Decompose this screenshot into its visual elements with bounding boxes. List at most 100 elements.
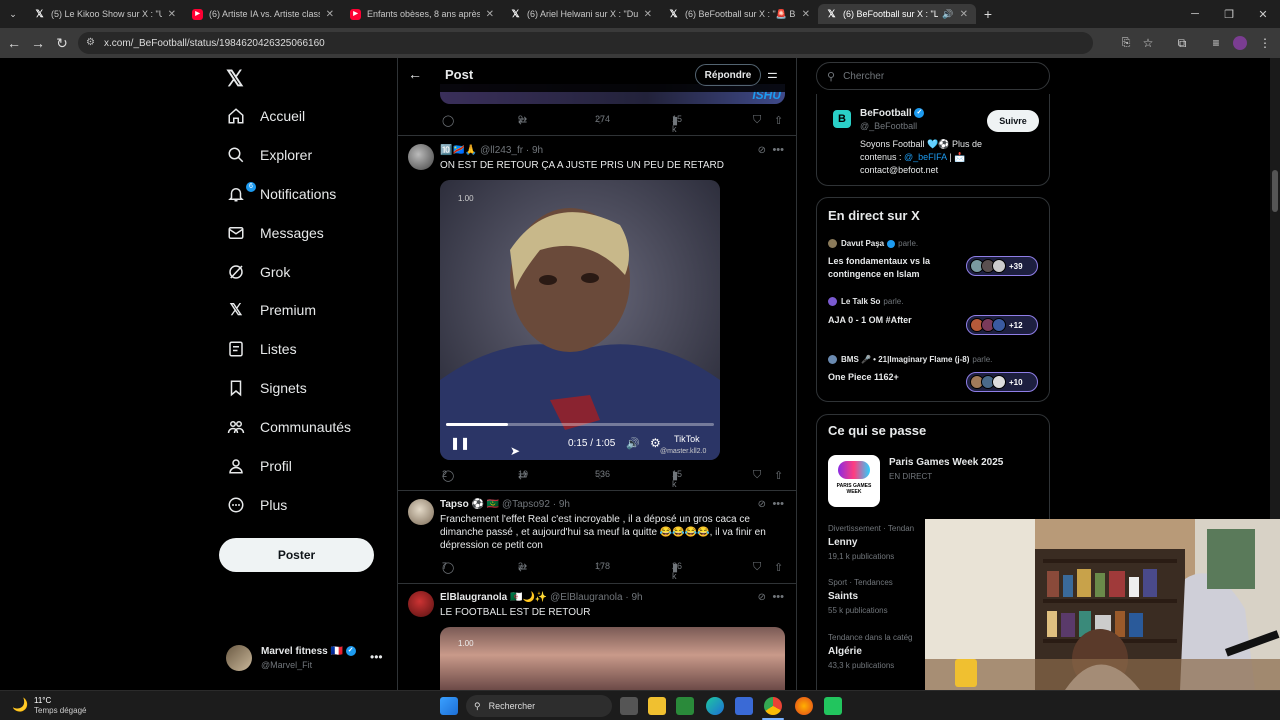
- more-dots-icon[interactable]: •••: [772, 498, 784, 510]
- share-icon: ⇧: [774, 562, 784, 574]
- x-logo-icon[interactable]: 𝕏: [226, 66, 244, 92]
- browser-tab[interactable]: 𝕏 (5) Le Kikoo Show sur X : "Une ✕: [26, 4, 184, 24]
- reply-button[interactable]: Répondre: [695, 64, 761, 86]
- profile-icon[interactable]: [1231, 34, 1249, 52]
- pause-icon[interactable]: ❚❚: [450, 436, 470, 450]
- event-name[interactable]: Paris Games Week 2025: [889, 457, 1003, 468]
- chrome-icon[interactable]: [764, 697, 782, 715]
- minimize-icon[interactable]: ─: [1178, 0, 1212, 28]
- nav-item-home[interactable]: Accueil: [226, 101, 305, 131]
- close-tab-icon[interactable]: ✕: [960, 9, 968, 20]
- browser-tab[interactable]: ▶ (6) Artiste IA vs. Artiste classiqu ✕: [184, 4, 342, 24]
- new-tab-icon[interactable]: +: [979, 5, 997, 23]
- firefox-icon[interactable]: [795, 697, 813, 715]
- extensions-icon[interactable]: ⧉: [1173, 34, 1191, 52]
- nvidia-icon[interactable]: [676, 697, 694, 715]
- video-player[interactable]: 1.00: [440, 627, 785, 690]
- nav-item-more[interactable]: Plus: [226, 490, 287, 520]
- file-explorer-icon[interactable]: [648, 697, 666, 715]
- grok-icon[interactable]: ⊘: [758, 499, 766, 510]
- avatar[interactable]: [408, 499, 434, 525]
- space-listeners-pill[interactable]: +10: [966, 372, 1038, 392]
- media-controls-icon[interactable]: ≡: [1207, 34, 1225, 52]
- video-progress-bar[interactable]: [446, 423, 714, 426]
- follow-button[interactable]: Suivre: [987, 110, 1039, 132]
- edge-icon[interactable]: [706, 697, 724, 715]
- taskbar-search[interactable]: ⚲ Rechercher: [466, 695, 612, 717]
- tab-list-icon[interactable]: ⌄: [4, 5, 22, 23]
- post-button[interactable]: Poster: [219, 538, 374, 572]
- verified-icon: [887, 239, 896, 248]
- nav-item-grok[interactable]: Grok: [226, 257, 290, 287]
- back-icon[interactable]: ←: [5, 34, 23, 52]
- avatar[interactable]: [408, 144, 434, 170]
- close-tab-icon[interactable]: ✕: [486, 9, 494, 20]
- weather-icon[interactable]: 🌙: [12, 697, 28, 713]
- search-icon: ⚲: [827, 70, 836, 83]
- trend-name[interactable]: Algérie: [828, 646, 862, 657]
- task-view-icon[interactable]: [620, 697, 638, 715]
- avatar[interactable]: [408, 591, 434, 617]
- more-dots-icon[interactable]: •••: [772, 144, 784, 156]
- bookmark-star-icon[interactable]: ☆: [1139, 34, 1157, 52]
- browser-tab[interactable]: ▶ Enfants obèses, 8 ans après - Y ✕: [342, 4, 502, 24]
- browser-tab-active[interactable]: 𝕏 (6) BeFootball sur X : "Lami 🔊 ✕: [818, 4, 976, 24]
- nav-item-notifications[interactable]: 6 Notifications: [226, 179, 336, 209]
- video-frame: [440, 180, 720, 460]
- bio-link[interactable]: @_beFIFA: [904, 152, 947, 162]
- grok-icon[interactable]: ⊘: [758, 145, 766, 156]
- more-dots-icon[interactable]: •••: [370, 650, 383, 664]
- close-window-icon[interactable]: ✕: [1246, 0, 1280, 28]
- site-settings-icon[interactable]: ⚙: [86, 37, 95, 48]
- more-dots-icon[interactable]: •••: [772, 591, 784, 603]
- browser-menu-icon[interactable]: ⋮: [1256, 34, 1274, 52]
- page-title: Post: [445, 67, 474, 82]
- search-input[interactable]: ⚲ Chercher: [816, 62, 1050, 90]
- nav-item-bookmarks[interactable]: Signets: [226, 373, 307, 403]
- close-tab-icon[interactable]: ✕: [802, 9, 810, 20]
- profile-name[interactable]: BeFootball: [860, 108, 912, 119]
- store-icon[interactable]: [735, 697, 753, 715]
- space-listeners-pill[interactable]: +39: [966, 256, 1038, 276]
- forward-icon[interactable]: →: [29, 34, 47, 52]
- space-title[interactable]: One Piece 1162+: [828, 371, 968, 384]
- install-app-icon[interactable]: ⎘: [1117, 34, 1135, 52]
- nav-item-lists[interactable]: Listes: [226, 334, 297, 364]
- back-arrow-icon[interactable]: ←: [408, 66, 422, 82]
- browser-tab[interactable]: 𝕏 (6) Ariel Helwani sur X : "Dumbe ✕: [502, 4, 660, 24]
- space-title[interactable]: Les fondamentaux vs la contingence en Is…: [828, 255, 968, 281]
- windows-start-icon[interactable]: [440, 697, 458, 715]
- nav-item-premium[interactable]: 𝕏 Premium: [226, 295, 316, 325]
- reload-icon[interactable]: ↻: [53, 34, 71, 52]
- nav-item-explore[interactable]: Explorer: [226, 140, 312, 170]
- trend-count: 19,1 k publications: [828, 552, 895, 561]
- close-tab-icon[interactable]: ✕: [168, 9, 176, 20]
- space-title[interactable]: AJA 0 - 1 OM #After: [828, 314, 968, 327]
- avatar: [226, 645, 252, 671]
- speaker-icon[interactable]: 🔊: [942, 9, 953, 20]
- nav-item-profile[interactable]: Profil: [226, 451, 292, 481]
- tune-icon[interactable]: ⚌: [767, 67, 778, 81]
- trend-name[interactable]: Saints: [828, 591, 858, 602]
- close-tab-icon[interactable]: ✕: [644, 9, 652, 20]
- nav-item-messages[interactable]: Messages: [226, 218, 324, 248]
- tweet-header: Tapso ⚽ 🇲🇷 @Tapso92 · 9h: [440, 499, 570, 510]
- close-tab-icon[interactable]: ✕: [326, 9, 334, 20]
- volume-icon[interactable]: 🔊: [626, 437, 640, 450]
- grok-icon[interactable]: ⊘: [758, 592, 766, 603]
- space-listeners-pill[interactable]: +12: [966, 315, 1038, 335]
- video-player[interactable]: 1.00 ❚❚ 0:15 / 1:05 🔊 ⚙ TikTok @master.k…: [440, 180, 720, 460]
- maximize-icon[interactable]: ❐: [1212, 0, 1246, 28]
- url-field[interactable]: ⚙ x.com/_BeFootball/status/1984620426325…: [78, 32, 1093, 54]
- befootball-logo[interactable]: B: [833, 110, 851, 128]
- app-icon[interactable]: [824, 697, 842, 715]
- trend-name[interactable]: Lenny: [828, 537, 857, 548]
- nav-item-communities[interactable]: Communautés: [226, 412, 351, 442]
- browser-tab[interactable]: 𝕏 (6) BeFootball sur X : "🚨 BENJ ✕: [660, 4, 818, 24]
- account-switcher[interactable]: Marvel fitness 🇫🇷 ✓ @Marvel_Fit •••: [226, 640, 391, 676]
- playback-speed[interactable]: 1.00: [458, 194, 474, 203]
- scrollbar-thumb[interactable]: [1272, 170, 1278, 212]
- playback-speed[interactable]: 1.00: [458, 639, 474, 648]
- post-header: ← Post Répondre ⚌: [398, 58, 796, 92]
- event-thumbnail[interactable]: PARIS GAMES WEEK: [828, 455, 880, 507]
